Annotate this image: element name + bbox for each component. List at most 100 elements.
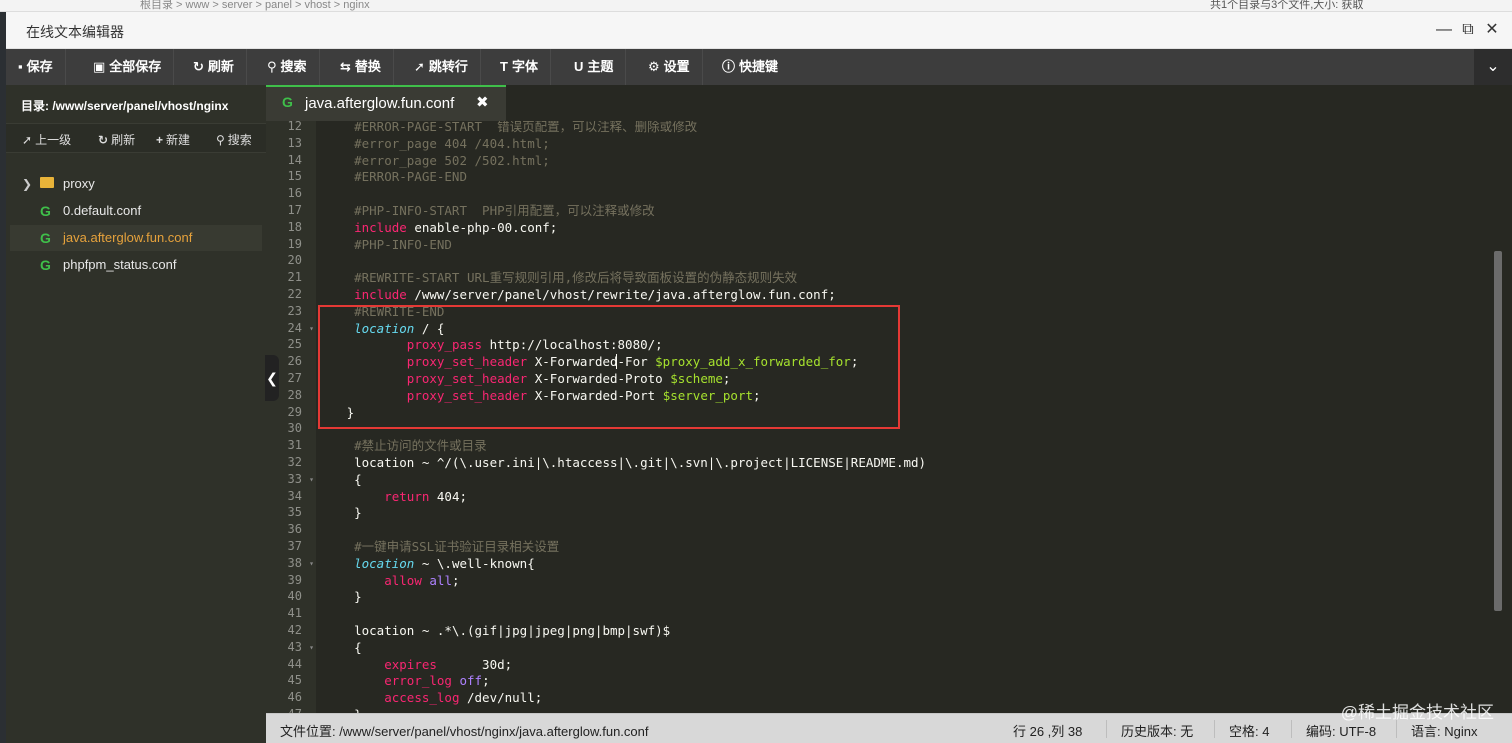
goto-line-button[interactable]: ➚ 跳转行 bbox=[402, 49, 481, 85]
code-token: #ERROR-PAGE-END bbox=[324, 169, 467, 185]
line-number-text: 15 bbox=[287, 169, 302, 184]
line-number-text: 34 bbox=[287, 488, 302, 503]
fold-arrow-icon[interactable]: ▾ bbox=[309, 555, 314, 572]
status-divider bbox=[1214, 720, 1215, 738]
line-number: 29 bbox=[266, 404, 316, 421]
code-token: return bbox=[384, 488, 430, 504]
line-number-text: 33 bbox=[287, 471, 302, 486]
line-number: 36 bbox=[266, 521, 316, 538]
line-number-text: 26 bbox=[287, 354, 302, 369]
line-number: 33 ▾ bbox=[266, 471, 316, 488]
sidebar-refresh-label: 刷新 bbox=[111, 133, 136, 147]
line-number: 46 bbox=[266, 689, 316, 706]
code-line: } bbox=[324, 706, 362, 713]
collapse-sidebar-handle[interactable]: ❮ bbox=[265, 355, 279, 401]
replace-button[interactable]: ⇆ 替换 bbox=[328, 49, 394, 85]
save-all-button[interactable]: ▣ 全部保存 bbox=[81, 49, 175, 85]
nginx-file-icon: G bbox=[40, 203, 51, 219]
font-button[interactable]: T 字体 bbox=[488, 49, 551, 85]
settings-button[interactable]: ⚙ 设置 bbox=[636, 49, 703, 85]
fold-arrow-icon[interactable]: ▾ bbox=[309, 471, 314, 488]
vertical-scrollbar[interactable] bbox=[1494, 121, 1502, 713]
background-browser-bar: 根目录 > www > server > panel > vhost > ngi… bbox=[0, 0, 1512, 12]
line-number: 24 ▾ bbox=[266, 320, 316, 337]
font-icon: T bbox=[500, 59, 508, 74]
toolbar: ▪ 保存 ▣ 全部保存 ↻ 刷新 ⚲ 搜索 ⇆ 替换 ➚ 跳转行 T 字体 U 主题 ⚙ 设置 ⓘ… bbox=[6, 49, 1512, 85]
line-number: 14 bbox=[266, 152, 316, 169]
code-token: /dev/null; bbox=[459, 690, 543, 706]
theme-button[interactable]: U 主题 bbox=[562, 49, 627, 85]
status-divider bbox=[1291, 720, 1292, 738]
chevron-right-icon[interactable]: ❯ bbox=[22, 171, 32, 197]
line-number: 35 bbox=[266, 504, 316, 521]
tree-item-label: java.afterglow.fun.conf bbox=[63, 230, 193, 245]
sidebar-toolbar: ➚ 上一级 ↻ 刷新 + 新建 ⚲ 搜索 bbox=[6, 123, 266, 153]
code-token: location ~ ^/(\.user.ini|\.htaccess|\.gi… bbox=[324, 455, 927, 470]
code-token: error_log bbox=[384, 673, 452, 689]
chevron-down-icon[interactable]: ⌄ bbox=[1474, 49, 1512, 85]
line-number-text: 20 bbox=[287, 253, 302, 268]
theme-label: 主题 bbox=[587, 59, 614, 74]
line-number-text: 18 bbox=[287, 219, 302, 234]
code-line: include /www/server/panel/vhost/rewrite/… bbox=[324, 286, 836, 303]
tree-folder-proxy[interactable]: ❯ proxy bbox=[10, 171, 262, 197]
window-titlebar: 在线文本编辑器 — ⧉ ✕ bbox=[6, 12, 1512, 49]
new-file-button[interactable]: + 新建 bbox=[156, 131, 190, 148]
tree-item-label: proxy bbox=[63, 176, 95, 191]
replace-icon: ⇆ bbox=[340, 59, 351, 74]
line-number-text: 14 bbox=[287, 152, 302, 167]
tree-item-label: phpfpm_status.conf bbox=[63, 257, 177, 272]
code-token: off bbox=[459, 673, 483, 689]
code-line: location ~ ^/(\.user.ini|\.htaccess|\.gi… bbox=[324, 454, 926, 471]
status-spaces[interactable]: 空格: 4 bbox=[1229, 721, 1269, 740]
fold-arrow-icon[interactable]: ▾ bbox=[309, 639, 314, 656]
close-icon[interactable]: ✕ bbox=[1482, 20, 1502, 40]
sidebar-refresh-button[interactable]: ↻ 刷新 bbox=[98, 131, 135, 148]
editor-window: 在线文本编辑器 — ⧉ ✕ ▪ 保存 ▣ 全部保存 ↻ 刷新 ⚲ 搜索 ⇆ 替换 ➚ 跳转行… bbox=[6, 12, 1512, 743]
line-number-text: 32 bbox=[287, 455, 302, 469]
tree-file-phpfpm-status[interactable]: G phpfpm_status.conf bbox=[10, 252, 262, 278]
code-token: #禁止访问的文件或目录 bbox=[324, 438, 487, 454]
window-title: 在线文本编辑器 bbox=[26, 24, 124, 40]
status-history[interactable]: 历史版本: 无 bbox=[1121, 721, 1193, 740]
up-level-button[interactable]: ➚ 上一级 bbox=[22, 131, 71, 148]
status-divider bbox=[1106, 720, 1107, 738]
line-number-text: 19 bbox=[287, 236, 302, 251]
tree-file-default[interactable]: G 0.default.conf bbox=[10, 198, 262, 224]
scroll-thumb[interactable] bbox=[1494, 251, 1502, 611]
code-token: { bbox=[324, 471, 362, 487]
code-token: { bbox=[324, 639, 362, 655]
status-encoding[interactable]: 编码: UTF-8 bbox=[1306, 721, 1376, 740]
line-number: 47 bbox=[266, 706, 316, 713]
minimize-icon[interactable]: — bbox=[1434, 20, 1454, 40]
search-button[interactable]: ⚲ 搜索 bbox=[255, 49, 320, 85]
editor-tab-active[interactable]: G java.afterglow.fun.conf ✖ bbox=[266, 85, 506, 121]
up-level-label: 上一级 bbox=[35, 133, 72, 147]
shortcuts-button[interactable]: ⓘ 快捷键 bbox=[710, 49, 790, 85]
maximize-icon[interactable]: ⧉ bbox=[1458, 20, 1478, 40]
code-token: allow bbox=[384, 572, 422, 588]
save-all-label: 全部保存 bbox=[109, 59, 162, 74]
goto-line-label: 跳转行 bbox=[428, 59, 468, 74]
tab-close-icon[interactable]: ✖ bbox=[476, 93, 489, 111]
refresh-button[interactable]: ↻ 刷新 bbox=[181, 49, 247, 85]
save-button[interactable]: ▪ 保存 bbox=[6, 49, 66, 85]
line-number-text: 39 bbox=[287, 572, 302, 587]
code-token: include bbox=[354, 287, 407, 302]
nginx-file-icon: G bbox=[40, 230, 51, 246]
line-number-text: 24 bbox=[287, 320, 302, 335]
status-language[interactable]: 语言: Nginx bbox=[1411, 721, 1477, 740]
code-line: location ~ \.well-known{ bbox=[324, 555, 535, 572]
tree-file-java-afterglow[interactable]: G java.afterglow.fun.conf bbox=[10, 225, 262, 251]
fold-arrow-icon[interactable]: ▾ bbox=[309, 320, 314, 337]
background-breadcrumb: 根目录 > www > server > panel > vhost > ngi… bbox=[140, 0, 370, 11]
line-number-text: 40 bbox=[287, 589, 302, 604]
line-number: 19 bbox=[266, 236, 316, 253]
status-bar: 文件位置: /www/server/panel/vhost/nginx/java… bbox=[266, 713, 1512, 743]
line-number: 12 bbox=[266, 121, 316, 135]
sidebar-search-button[interactable]: ⚲ 搜索 bbox=[216, 131, 252, 148]
